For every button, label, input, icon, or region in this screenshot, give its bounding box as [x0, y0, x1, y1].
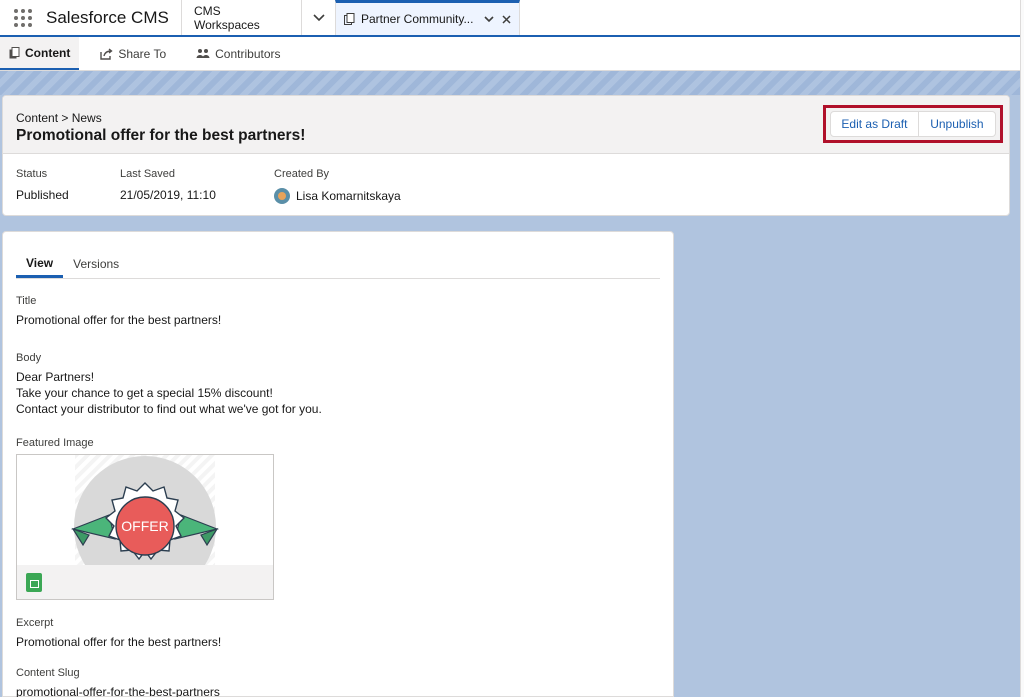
- app-name: Salesforce CMS: [46, 7, 169, 27]
- field-label: Content Slug: [16, 667, 80, 679]
- content-doc-icon: [344, 13, 355, 25]
- record-meta: Status Published Last Saved 21/05/2019, …: [3, 154, 1009, 204]
- tab-cms-workspaces[interactable]: CMS Workspaces: [181, 0, 301, 35]
- image-file-icon: [26, 573, 42, 592]
- subtab-content[interactable]: Content: [0, 37, 80, 70]
- creator-name[interactable]: Lisa Komarnitskaya: [296, 189, 401, 203]
- featured-image-preview[interactable]: OFFER: [16, 454, 274, 600]
- meta-label: Status: [16, 168, 48, 180]
- subtab-label: Share To: [118, 46, 167, 61]
- meta-label: Last Saved: [120, 168, 176, 180]
- body-line: Contact your distributor to find out wha…: [16, 402, 322, 416]
- tab-partner-community[interactable]: Partner Community...: [335, 0, 520, 35]
- image-footer: [17, 565, 273, 599]
- header-background-texture: [0, 71, 1020, 95]
- subtab-label: Content: [25, 45, 71, 60]
- meta-last-saved: Last Saved 21/05/2019, 11:10: [120, 168, 274, 204]
- offer-image: OFFER: [17, 455, 273, 565]
- tab-view[interactable]: View: [16, 250, 64, 278]
- meta-status: Status Published: [16, 168, 120, 204]
- chevron-down-icon: [312, 13, 325, 21]
- record-subtabs: Content Share To Contributors: [0, 37, 1020, 71]
- close-icon[interactable]: [502, 14, 511, 24]
- content-tabs: View Versions: [16, 250, 660, 279]
- field-label: Excerpt: [16, 617, 54, 629]
- edit-as-draft-button[interactable]: Edit as Draft: [830, 111, 919, 137]
- field-excerpt: Excerpt Promotional offer for the best p…: [16, 617, 660, 650]
- field-label: Body: [16, 352, 42, 364]
- subtab-contributors[interactable]: Contributors: [187, 37, 289, 70]
- created-by-value[interactable]: Lisa Komarnitskaya: [274, 188, 401, 204]
- status-value: Published: [16, 188, 69, 202]
- window-edge: [1020, 0, 1024, 697]
- field-content-slug: Content Slug promotional-offer-for-the-b…: [16, 667, 660, 697]
- contributors-icon: [196, 49, 210, 58]
- meta-label: Created By: [274, 168, 330, 180]
- field-label: Featured Image: [16, 437, 94, 449]
- content-detail-card: View Versions Title Promotional offer fo…: [2, 231, 674, 697]
- app-launcher-icon[interactable]: [0, 0, 46, 35]
- offer-badge-text: OFFER: [121, 518, 168, 534]
- field-featured-image: Featured Image OFFER: [16, 437, 660, 600]
- content-icon: [9, 46, 20, 58]
- action-button-group: Edit as Draft Unpublish: [823, 105, 1003, 143]
- tab-label: CMS Workspaces: [194, 3, 260, 32]
- global-header: Salesforce CMS CMS Workspaces Partner Co…: [0, 0, 1024, 37]
- tab-label: Partner Community...: [361, 12, 474, 26]
- last-saved-value: 21/05/2019, 11:10: [120, 188, 216, 202]
- unpublish-button[interactable]: Unpublish: [918, 111, 996, 137]
- body-line: Dear Partners!: [16, 370, 95, 384]
- chevron-down-icon[interactable]: [484, 15, 494, 23]
- record-header-top: Content > News Promotional offer for the…: [3, 96, 1009, 154]
- subtab-share-to[interactable]: Share To: [91, 37, 175, 70]
- avatar: [274, 188, 290, 204]
- body-line: Take your chance to get a special 15% di…: [16, 386, 273, 400]
- meta-created-by: Created By Lisa Komarnitskaya: [274, 168, 401, 204]
- field-value: promotional-offer-for-the-best-partners: [16, 685, 220, 697]
- field-value: Dear Partners! Take your chance to get a…: [16, 369, 660, 417]
- subtab-label: Contributors: [215, 46, 281, 61]
- nav-menu-button[interactable]: [301, 0, 335, 35]
- field-title: Title Promotional offer for the best par…: [16, 295, 660, 328]
- share-icon: [100, 47, 113, 60]
- field-value: Promotional offer for the best partners!: [16, 313, 222, 327]
- field-body: Body Dear Partners! Take your chance to …: [16, 352, 660, 417]
- field-value: Promotional offer for the best partners!: [16, 635, 222, 649]
- field-label: Title: [16, 295, 37, 307]
- record-header: Content > News Promotional offer for the…: [2, 95, 1010, 216]
- tab-versions[interactable]: Versions: [63, 250, 129, 278]
